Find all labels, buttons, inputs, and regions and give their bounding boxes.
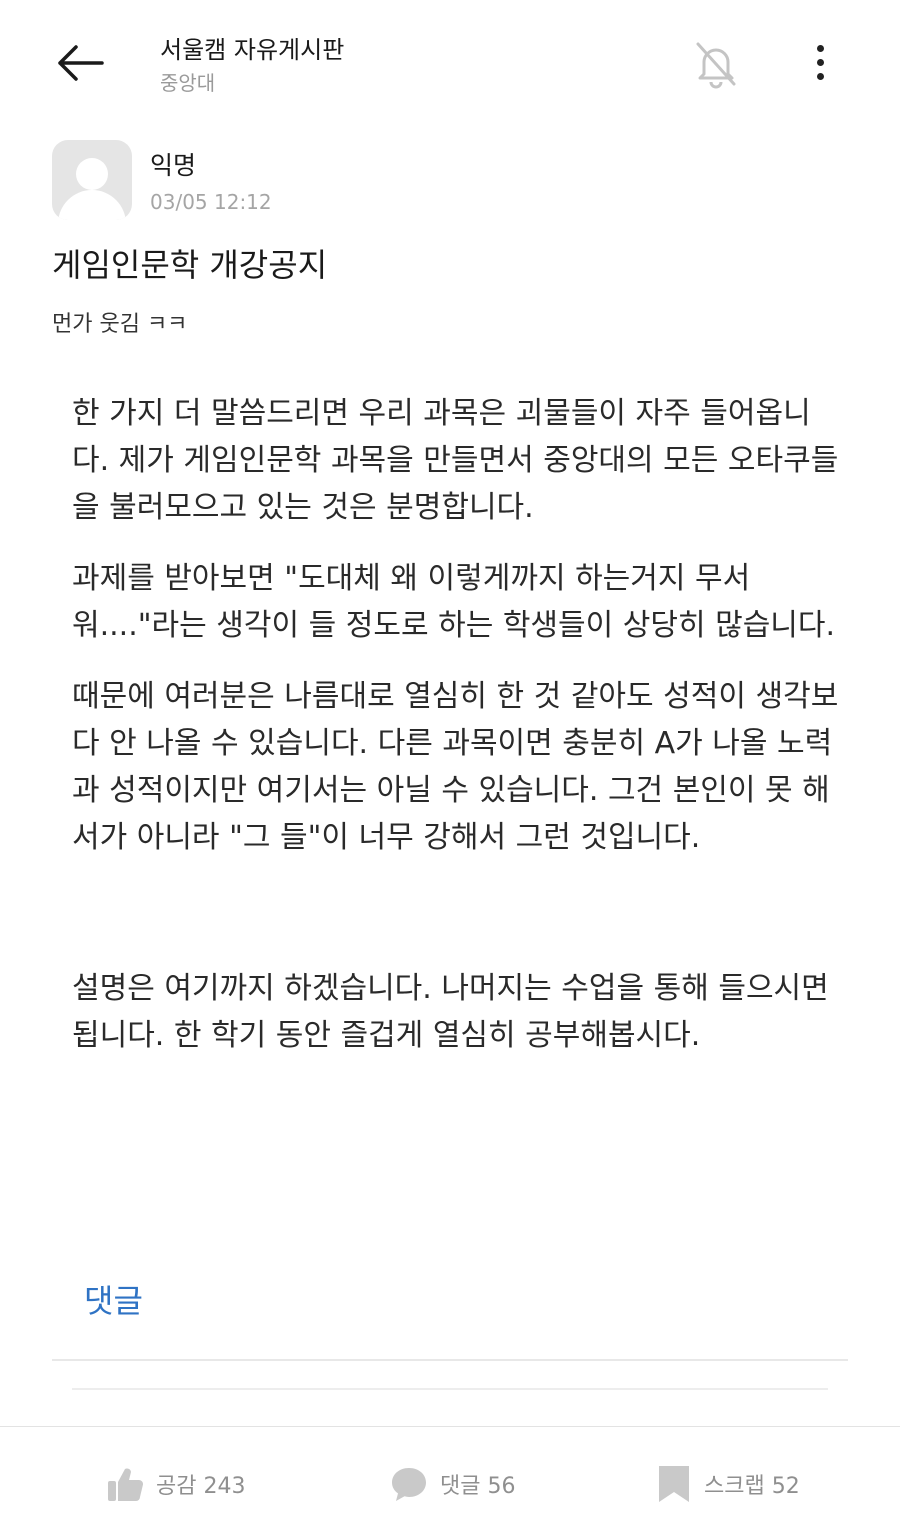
like-count: 공감 243 <box>156 1474 246 1499</box>
divider <box>72 1388 828 1390</box>
like-button[interactable]: 공감 243 <box>106 1462 245 1506</box>
speech-bubble-icon <box>392 1468 426 1501</box>
scrap-count: 스크랩 52 <box>704 1474 800 1499</box>
divider <box>0 1426 900 1427</box>
app-header: 서울캠 자유게시판 중앙대 <box>0 0 900 120</box>
scrap-button[interactable]: 스크랩 52 <box>656 1462 800 1506</box>
post-body: 먼가 웃김 ㅋㅋ <box>52 312 188 337</box>
thumbs-up-icon <box>108 1468 144 1501</box>
board-school: 중앙대 <box>160 71 216 95</box>
comment-link[interactable]: 댓글 <box>84 1276 143 1322</box>
content-paragraph: 과제를 받아보면 "도대체 왜 이렇게까지 하는거지 무서워...."라는 생각… <box>72 561 836 643</box>
content-paragraph: 한 가지 더 말씀드리면 우리 과목은 괴물들이 자주 들어옵니다. 제가 게임… <box>72 396 839 525</box>
avatar <box>52 140 132 220</box>
content-paragraph: 설명은 여기까지 하겠습니다. 나머지는 수업을 통해 들으시면 됩니다. 한 … <box>72 971 829 1053</box>
bookmark-icon <box>659 1466 689 1502</box>
notification-toggle-button[interactable] <box>688 36 744 92</box>
bell-off-icon <box>696 42 736 89</box>
more-menu-button[interactable] <box>800 40 840 84</box>
more-vertical-icon <box>816 44 824 52</box>
arrow-left-icon <box>58 45 104 81</box>
comment-count: 댓글 56 <box>440 1474 516 1499</box>
back-button[interactable] <box>52 38 108 88</box>
post-image-content: 한 가지 더 말씀드리면 우리 과목은 괴물들이 자주 들어옵니다. 제가 게임… <box>72 390 842 1083</box>
post-title: 게임인문학 개강공지 <box>52 246 328 284</box>
author-name: 익명 <box>150 151 197 180</box>
board-title: 서울캠 자유게시판 <box>160 36 345 64</box>
post-timestamp: 03/05 12:12 <box>150 190 272 214</box>
comment-button[interactable]: 댓글 56 <box>390 1462 515 1506</box>
content-paragraph: 때문에 여러분은 나름대로 열심히 한 것 같아도 성적이 생각보다 안 나올 … <box>72 679 839 855</box>
divider <box>52 1359 848 1361</box>
